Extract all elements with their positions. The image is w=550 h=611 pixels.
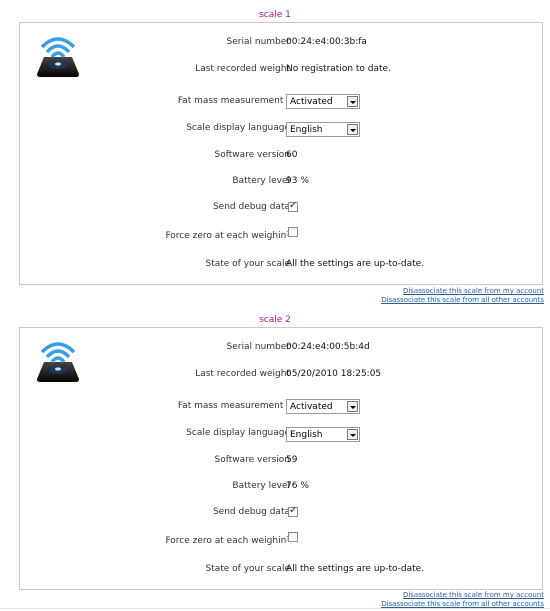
state-value: All the settings are up-to-date.: [286, 259, 425, 269]
serial-number-row: Serial number 00:24:e4:00:5b:4d: [20, 342, 540, 356]
fat-mass-selected: Activated: [290, 402, 333, 412]
send-debug-row: Send debug data: [20, 200, 540, 216]
display-language-label: Scale display language: [186, 428, 290, 438]
serial-number-label: Serial number: [226, 342, 290, 352]
fat-mass-row: Fat mass measurement ? Activated: [20, 94, 540, 110]
display-language-row: Scale display language English: [20, 427, 540, 442]
scale-title: scale 1: [259, 10, 291, 20]
serial-number-label: Serial number: [226, 37, 290, 47]
fat-mass-selected: Activated: [290, 97, 333, 107]
battery-level-label: Battery level: [232, 481, 290, 491]
display-language-row: Scale display language English: [20, 122, 540, 137]
send-debug-checkbox[interactable]: [288, 200, 298, 212]
last-weight-label: Last recorded weight: [195, 369, 290, 379]
last-weight-value: No registration to date.: [286, 64, 391, 74]
chevron-down-icon[interactable]: [347, 429, 358, 440]
fat-mass-label-text: Fat mass measurement: [177, 401, 284, 411]
battery-level-value: 93 %: [286, 176, 309, 186]
scale-2-links: Disassociate this scale from my account …: [381, 591, 544, 609]
battery-level-label: Battery level: [232, 176, 290, 186]
force-zero-label-text: Force zero at each weighin: [165, 536, 287, 546]
battery-level-row: Battery level 76 %: [20, 481, 540, 495]
scale-1-links: Disassociate this scale from my account …: [381, 287, 544, 305]
fat-mass-label: Fat mass measurement ?: [177, 400, 290, 411]
force-zero-checkbox[interactable]: [288, 532, 298, 542]
force-zero-row: Force zero at each weighin?: [20, 532, 540, 550]
last-weight-row: Last recorded weight No registration to …: [20, 64, 540, 78]
chevron-down-icon[interactable]: [347, 401, 358, 412]
send-debug-row: Send debug data: [20, 505, 540, 521]
send-debug-checkbox[interactable]: [288, 505, 298, 517]
disassociate-my-account-link[interactable]: Disassociate this scale from my account: [381, 287, 544, 296]
disassociate-my-account-link[interactable]: Disassociate this scale from my account: [381, 591, 544, 600]
fat-mass-label: Fat mass measurement ?: [177, 95, 290, 106]
force-zero-label: Force zero at each weighin?: [165, 535, 290, 546]
state-row: State of your scale All the settings are…: [20, 259, 540, 273]
software-version-row: Software version 59: [20, 455, 540, 469]
software-version-value: 60: [286, 150, 298, 160]
display-language-label: Scale display language: [186, 123, 290, 133]
battery-level-value: 76 %: [286, 481, 309, 491]
send-debug-label: Send debug data: [212, 507, 290, 517]
software-version-label: Software version: [214, 150, 291, 160]
last-weight-row: Last recorded weight 05/20/2010 18:25:05: [20, 369, 540, 383]
force-zero-checkbox[interactable]: [288, 227, 298, 237]
scale-panel-1: Serial number 00:24:e4:00:3b:fa Last rec…: [19, 22, 543, 285]
serial-number-row: Serial number 00:24:e4:00:3b:fa: [20, 37, 540, 51]
serial-number-value: 00:24:e4:00:3b:fa: [286, 37, 367, 47]
battery-level-row: Battery level 93 %: [20, 176, 540, 190]
chevron-down-icon[interactable]: [347, 124, 358, 135]
serial-number-value: 00:24:e4:00:5b:4d: [286, 342, 370, 352]
fat-mass-row: Fat mass measurement ? Activated: [20, 399, 540, 415]
fat-mass-select[interactable]: Activated: [286, 94, 360, 109]
last-weight-label: Last recorded weight: [195, 64, 290, 74]
scale-title: scale 2: [259, 315, 291, 325]
send-debug-label: Send debug data: [212, 202, 290, 212]
fat-mass-select[interactable]: Activated: [286, 399, 360, 414]
display-language-selected: English: [290, 125, 323, 135]
force-zero-row: Force zero at each weighin?: [20, 227, 540, 245]
state-label: State of your scale: [205, 259, 290, 269]
fat-mass-label-text: Fat mass measurement: [177, 96, 284, 106]
last-weight-value: 05/20/2010 18:25:05: [286, 369, 382, 379]
software-version-value: 59: [286, 455, 298, 465]
display-language-select[interactable]: English: [286, 427, 360, 442]
scale-panel-2: Serial number 00:24:e4:00:5b:4d Last rec…: [19, 327, 543, 590]
disassociate-other-accounts-link[interactable]: Disassociate this scale from all other a…: [381, 296, 544, 305]
state-row: State of your scale All the settings are…: [20, 564, 540, 578]
display-language-select[interactable]: English: [286, 122, 360, 137]
software-version-label: Software version: [214, 455, 291, 465]
force-zero-label-text: Force zero at each weighin: [165, 231, 287, 241]
state-label: State of your scale: [205, 564, 290, 574]
chevron-down-icon[interactable]: [347, 96, 358, 107]
footer-divider: [0, 608, 550, 609]
state-value: All the settings are up-to-date.: [286, 564, 425, 574]
display-language-selected: English: [290, 430, 323, 440]
force-zero-label: Force zero at each weighin?: [165, 230, 290, 241]
software-version-row: Software version 60: [20, 150, 540, 164]
